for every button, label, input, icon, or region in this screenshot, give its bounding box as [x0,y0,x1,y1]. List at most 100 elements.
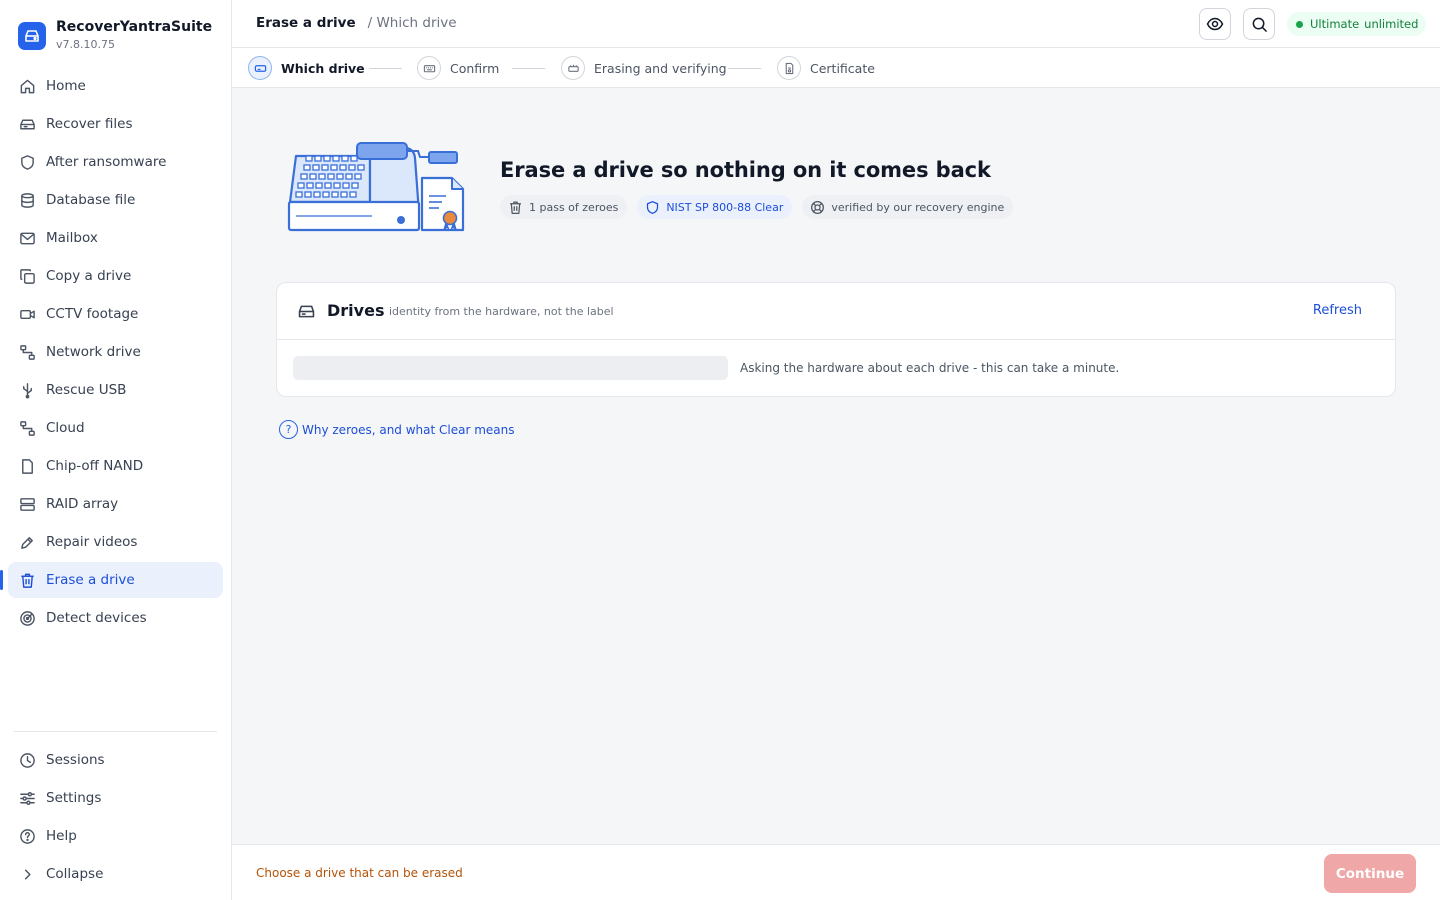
sidebar-item-collapse[interactable]: Collapse [8,856,223,892]
sidebar-item-label: Recover files [46,116,133,132]
sidebar-item-label: After ransomware [46,154,167,170]
step-certificate[interactable]: Certificate [777,56,875,80]
sidebar: RecoverYantraSuite v7.8.10.75 Home Recov… [0,0,232,900]
pen-icon [18,533,36,551]
shield-icon [18,153,36,171]
sidebar-item-chip-off-nand[interactable]: Chip-off NAND [8,448,223,484]
sidebar-item-label: Rescue USB [46,382,127,398]
loading-message: Asking the hardware about each drive - t… [740,361,1120,375]
chevron-right-icon [18,865,36,883]
sliders-icon [18,789,36,807]
sidebar-item-mailbox[interactable]: Mailbox [8,220,223,256]
continue-button[interactable]: Continue [1324,854,1416,893]
eye-icon [1206,15,1224,33]
chip-icon [18,457,36,475]
app-logo-icon [18,21,46,50]
sidebar-item-label: Database file [46,192,136,208]
trash-icon [18,571,36,589]
sidebar-nav: Home Recover files After ransomware Data… [0,68,223,638]
step-connector [728,68,761,69]
step-erasing-and-verifying[interactable]: Erasing and verifying [561,56,727,80]
copy-icon [18,267,36,285]
sidebar-item-raid-array[interactable]: RAID array [8,486,223,522]
erase-progress-icon [561,56,585,80]
sidebar-item-repair-videos[interactable]: Repair videos [8,524,223,560]
mail-icon [18,229,36,247]
certificate-icon [777,56,801,80]
sidebar-item-settings[interactable]: Settings [8,780,223,816]
drives-subtitle: identity from the hardware, not the labe… [389,305,614,318]
target-icon [810,200,825,215]
sidebar-item-after-ransomware[interactable]: After ransomware [8,144,223,180]
sidebar-item-cloud[interactable]: Cloud [8,410,223,446]
footer-hint: Choose a drive that can be erased [256,866,463,880]
sidebar-item-label: Collapse [46,866,104,882]
sidebar-item-label: Cloud [46,420,85,436]
sidebar-item-rescue-usb[interactable]: Rescue USB [8,372,223,408]
plan-badge: Ultimate unlimited [1287,12,1427,36]
sidebar-item-network-drive[interactable]: Network drive [8,334,223,370]
sidebar-item-copy-a-drive[interactable]: Copy a drive [8,258,223,294]
breadcrumb: Erase a drive / Which drive [256,15,457,31]
drives-panel-header: Drives identity from the hardware, not t… [277,283,1395,340]
stepper: Which drive Confirm Erasing and verifyin… [232,48,1440,88]
usb-icon [18,381,36,399]
feature-chips: 1 pass of zeroes NIST SP 800-88 Clear ve… [500,195,1023,219]
active-indicator [0,570,3,590]
chip-label: 1 pass of zeroes [529,200,619,214]
app-version: v7.8.10.75 [56,38,115,51]
why-zeroes-label: Why zeroes, and what Clear means [302,422,515,437]
sidebar-item-erase-a-drive[interactable]: Erase a drive [0,562,223,598]
camera-icon [18,305,36,323]
search-button[interactable] [1243,8,1275,40]
page-title: Erase a drive [256,15,356,31]
why-zeroes-link[interactable]: ? Why zeroes, and what Clear means [279,420,515,439]
step-label: Which drive [281,60,365,76]
refresh-button[interactable]: Refresh [1313,303,1362,318]
drive-icon [18,115,36,133]
network-icon [18,343,36,361]
sidebar-item-label: Settings [46,790,102,806]
status-dot-icon [1296,20,1303,28]
sidebar-item-cctv-footage[interactable]: CCTV footage [8,296,223,332]
chip-label: NIST SP 800-88 Clear [666,200,784,214]
step-label: Erasing and verifying [594,60,727,76]
search-icon [1251,16,1268,33]
sidebar-item-label: Copy a drive [46,268,132,284]
sidebar-item-home[interactable]: Home [8,68,223,104]
sidebar-item-label: Network drive [46,344,141,360]
step-connector [369,68,402,69]
step-confirm[interactable]: Confirm [417,56,499,80]
sidebar-item-label: Home [46,78,86,94]
clock-icon [18,751,36,769]
trash-icon [508,200,523,215]
drive-icon [298,305,315,318]
sidebar-item-detect-devices[interactable]: Detect devices [8,600,223,636]
hero-title: Erase a drive so nothing on it comes bac… [500,158,991,182]
sidebar-item-help[interactable]: Help [8,818,223,854]
app-name: RecoverYantraSuite [56,19,213,35]
question-icon: ? [279,420,298,439]
database-icon [18,191,36,209]
sidebar-item-label: Erase a drive [46,572,135,588]
preview-button[interactable] [1199,8,1231,40]
home-icon [18,77,36,95]
step-label: Certificate [810,60,875,76]
erase-drive-illustration [286,140,468,235]
top-bar: Erase a drive / Which drive Ultimate unl… [232,0,1440,48]
drives-title: Drives [327,301,385,320]
step-which-drive[interactable]: Which drive [248,56,365,80]
chip-verification: verified by our recovery engine [802,195,1014,219]
raid-icon [18,495,36,513]
step-label: Confirm [450,60,500,76]
sidebar-item-label: Sessions [46,752,105,768]
sidebar-item-label: CCTV footage [46,306,139,322]
sidebar-bottom-nav: Sessions Settings Help Collapse [8,742,223,894]
sidebar-item-sessions[interactable]: Sessions [8,742,223,778]
chip-nist-standard: NIST SP 800-88 Clear [637,195,793,219]
chip-zero-pass: 1 pass of zeroes [500,195,628,219]
sidebar-item-recover-files[interactable]: Recover files [8,106,223,142]
help-icon [18,827,36,845]
sidebar-item-database-file[interactable]: Database file [8,182,223,218]
sidebar-item-label: Chip-off NAND [46,458,144,474]
